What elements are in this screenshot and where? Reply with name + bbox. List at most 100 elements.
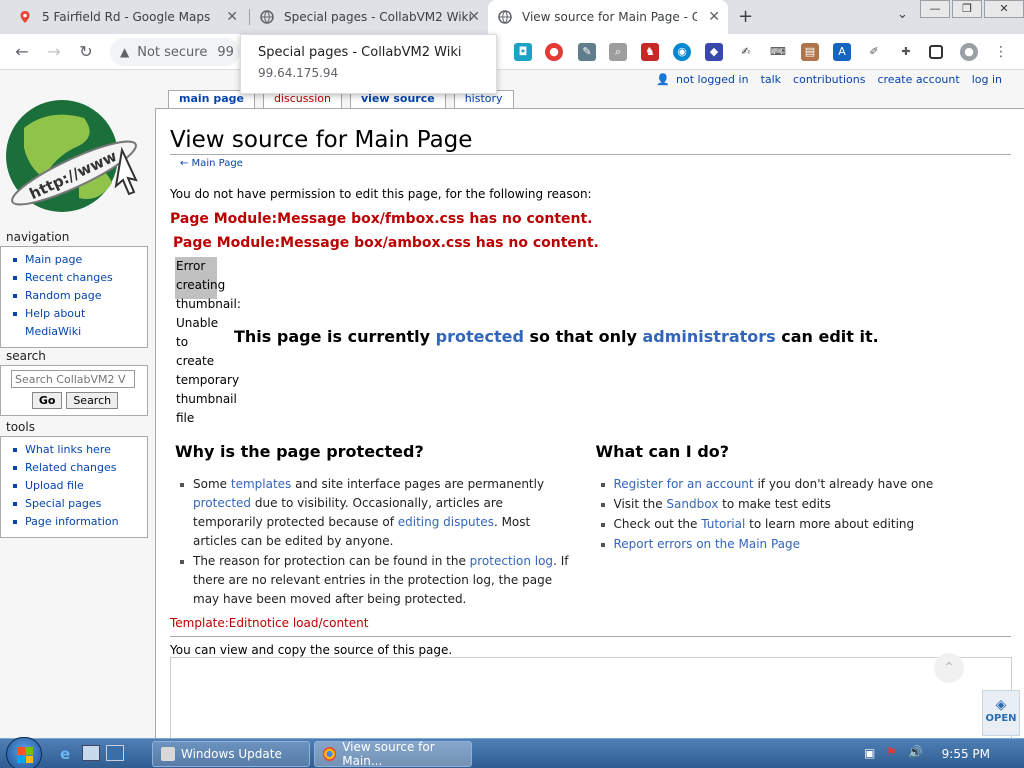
- sandbox-link[interactable]: Sandbox: [666, 497, 718, 511]
- protection-log-link[interactable]: protection log: [470, 554, 553, 568]
- extension-pen-icon[interactable]: ✎: [578, 43, 596, 61]
- close-window-button[interactable]: ✕: [984, 0, 1024, 18]
- extension-script-icon[interactable]: ✍: [737, 43, 755, 61]
- sidebar-toggle-icon[interactable]: [929, 45, 943, 59]
- tool-special-pages[interactable]: Special pages: [11, 495, 141, 513]
- extension-notes-icon[interactable]: ▤: [801, 43, 819, 61]
- go-button[interactable]: Go: [31, 392, 63, 409]
- template-editnotice-link[interactable]: Template:Editnotice load/content: [170, 616, 1011, 630]
- nav-main-page[interactable]: Main page: [11, 251, 141, 269]
- tools-heading: tools: [6, 420, 35, 434]
- protected-link[interactable]: protected: [193, 496, 251, 510]
- extension-font-icon[interactable]: A: [833, 43, 851, 61]
- help-columns: Why is the page protected? Some template…: [170, 442, 1011, 610]
- templates-link[interactable]: templates: [231, 477, 291, 491]
- address-bar[interactable]: ▲ Not secure 99: [110, 38, 240, 66]
- talk-link[interactable]: talk: [761, 73, 781, 86]
- fmbox-link[interactable]: Page Module:Message box/fmbox.css: [170, 211, 465, 227]
- thumb-word: Error: [176, 259, 206, 273]
- tutorial-link[interactable]: Tutorial: [701, 517, 745, 531]
- error-fmbox: Page Module:Message box/fmbox.css has no…: [170, 211, 1011, 227]
- create-account-link[interactable]: create account: [877, 73, 959, 86]
- search-button[interactable]: Search: [66, 392, 119, 409]
- minimize-button[interactable]: —: [920, 0, 950, 18]
- editing-disputes-link[interactable]: editing disputes: [398, 515, 494, 529]
- start-button[interactable]: [6, 737, 42, 768]
- extension-edit-icon[interactable]: ✐: [865, 43, 883, 61]
- view-source-note: You can view and copy the source of this…: [170, 643, 453, 657]
- error-ambox: Page Module:Message box/ambox.css has no…: [173, 235, 1011, 251]
- extension-globe-icon[interactable]: ◉: [673, 43, 691, 61]
- list-item: Some templates and site interface pages …: [175, 475, 575, 551]
- search-input[interactable]: [11, 370, 135, 388]
- text: Some: [193, 477, 231, 491]
- tool-related-changes[interactable]: Related changes: [11, 459, 141, 477]
- windows-update-icon: [161, 747, 175, 761]
- nav-random-page[interactable]: Random page: [11, 287, 141, 305]
- taskbar-windows-update[interactable]: Windows Update: [152, 741, 310, 767]
- ambox-link[interactable]: Page Module:Message box/ambox.css: [173, 235, 471, 251]
- taskbar-label: Windows Update: [181, 747, 282, 761]
- thumb-word: thumbnail: [176, 392, 237, 406]
- personal-tools: 👤 not logged in talk contributions creat…: [656, 73, 1002, 86]
- extension-cube-icon[interactable]: ◆: [705, 43, 723, 61]
- reload-icon[interactable]: ↻: [76, 42, 96, 61]
- close-tab-icon[interactable]: ✕: [468, 9, 480, 25]
- extension-keyboard-icon[interactable]: ⌨: [769, 43, 787, 61]
- tab-google-maps[interactable]: 5 Fairfield Rd - Google Maps ✕: [8, 0, 246, 34]
- log-in-link[interactable]: log in: [972, 73, 1002, 86]
- tab-search-icon[interactable]: ⌄: [897, 7, 908, 22]
- tool-page-information[interactable]: Page information: [11, 513, 141, 531]
- extension-screenshot-icon[interactable]: ◘: [514, 43, 532, 61]
- scroll-up-icon[interactable]: ⌃: [934, 653, 964, 683]
- back-link[interactable]: ← Main Page: [180, 158, 1011, 169]
- clock[interactable]: 9:55 PM: [942, 747, 990, 761]
- restore-button[interactable]: ❐: [952, 0, 982, 18]
- internet-explorer-icon[interactable]: e: [58, 745, 76, 763]
- taskbar-chrome[interactable]: View source for Main...: [314, 740, 472, 768]
- nav-recent-changes[interactable]: Recent changes: [11, 269, 141, 287]
- back-arrow-icon[interactable]: ←: [12, 42, 32, 61]
- register-link[interactable]: Register for an account: [614, 477, 754, 491]
- tab-title: View source for Main Page - Coll: [522, 10, 697, 24]
- list-item: Check out the Tutorial to learn more abo…: [596, 515, 1012, 534]
- globe-icon: [498, 10, 512, 24]
- administrators-link[interactable]: administrators: [642, 327, 775, 346]
- windows-logo-icon: [17, 747, 33, 763]
- navigation-heading: navigation: [6, 230, 70, 244]
- open-badge[interactable]: ◈ OPEN: [982, 690, 1020, 736]
- source-textarea[interactable]: [170, 657, 1012, 738]
- tool-what-links-here[interactable]: What links here: [11, 441, 141, 459]
- extension-magnifier-icon[interactable]: ⌕: [609, 43, 627, 61]
- notice-text: can edit it.: [775, 327, 879, 346]
- taskbar-label: View source for Main...: [342, 740, 435, 768]
- protected-link[interactable]: protected: [436, 327, 524, 346]
- profile-avatar-icon[interactable]: ●: [960, 43, 978, 61]
- windows-taskbar: e Windows Update View source for Main...…: [0, 737, 1024, 768]
- text: to make test edits: [718, 497, 831, 511]
- security-label: Not secure: [137, 44, 208, 60]
- svg-text:e: e: [60, 745, 70, 761]
- menu-dots-icon[interactable]: ⋮: [992, 43, 1010, 61]
- extensions-puzzle-icon[interactable]: ✚: [897, 43, 915, 61]
- tab-view-source[interactable]: View source for Main Page - Coll ✕: [488, 0, 728, 34]
- show-desktop-icon[interactable]: [82, 745, 100, 761]
- nav-help[interactable]: Help about MediaWiki: [11, 305, 91, 341]
- network-icon[interactable]: ▣: [864, 746, 875, 760]
- wiki-logo[interactable]: http://www: [4, 88, 144, 218]
- new-tab-button[interactable]: +: [738, 6, 753, 27]
- switch-windows-icon[interactable]: [106, 745, 124, 761]
- thumb-word: temporary: [176, 373, 240, 387]
- forward-arrow-icon[interactable]: →: [44, 42, 64, 61]
- volume-icon[interactable]: 🔊: [908, 745, 923, 759]
- extension-color-icon[interactable]: ●: [545, 43, 563, 61]
- contributions-link[interactable]: contributions: [793, 73, 865, 86]
- report-errors-link[interactable]: Report errors on the Main Page: [614, 537, 801, 551]
- extension-ninja-icon[interactable]: ♞: [641, 43, 659, 61]
- tool-upload-file[interactable]: Upload file: [11, 477, 141, 495]
- close-tab-icon[interactable]: ✕: [708, 9, 720, 25]
- tab-special-pages[interactable]: Special pages - CollabVM2 Wiki ✕: [250, 0, 488, 34]
- browser-toolbar: ← → ↻ ▲ Not secure 99 ◘ ● ✎ ⌕ ♞ ◉ ◆ ✍ ⌨ …: [0, 34, 1024, 70]
- action-center-icon[interactable]: ⚑: [886, 745, 897, 759]
- close-tab-icon[interactable]: ✕: [226, 9, 238, 25]
